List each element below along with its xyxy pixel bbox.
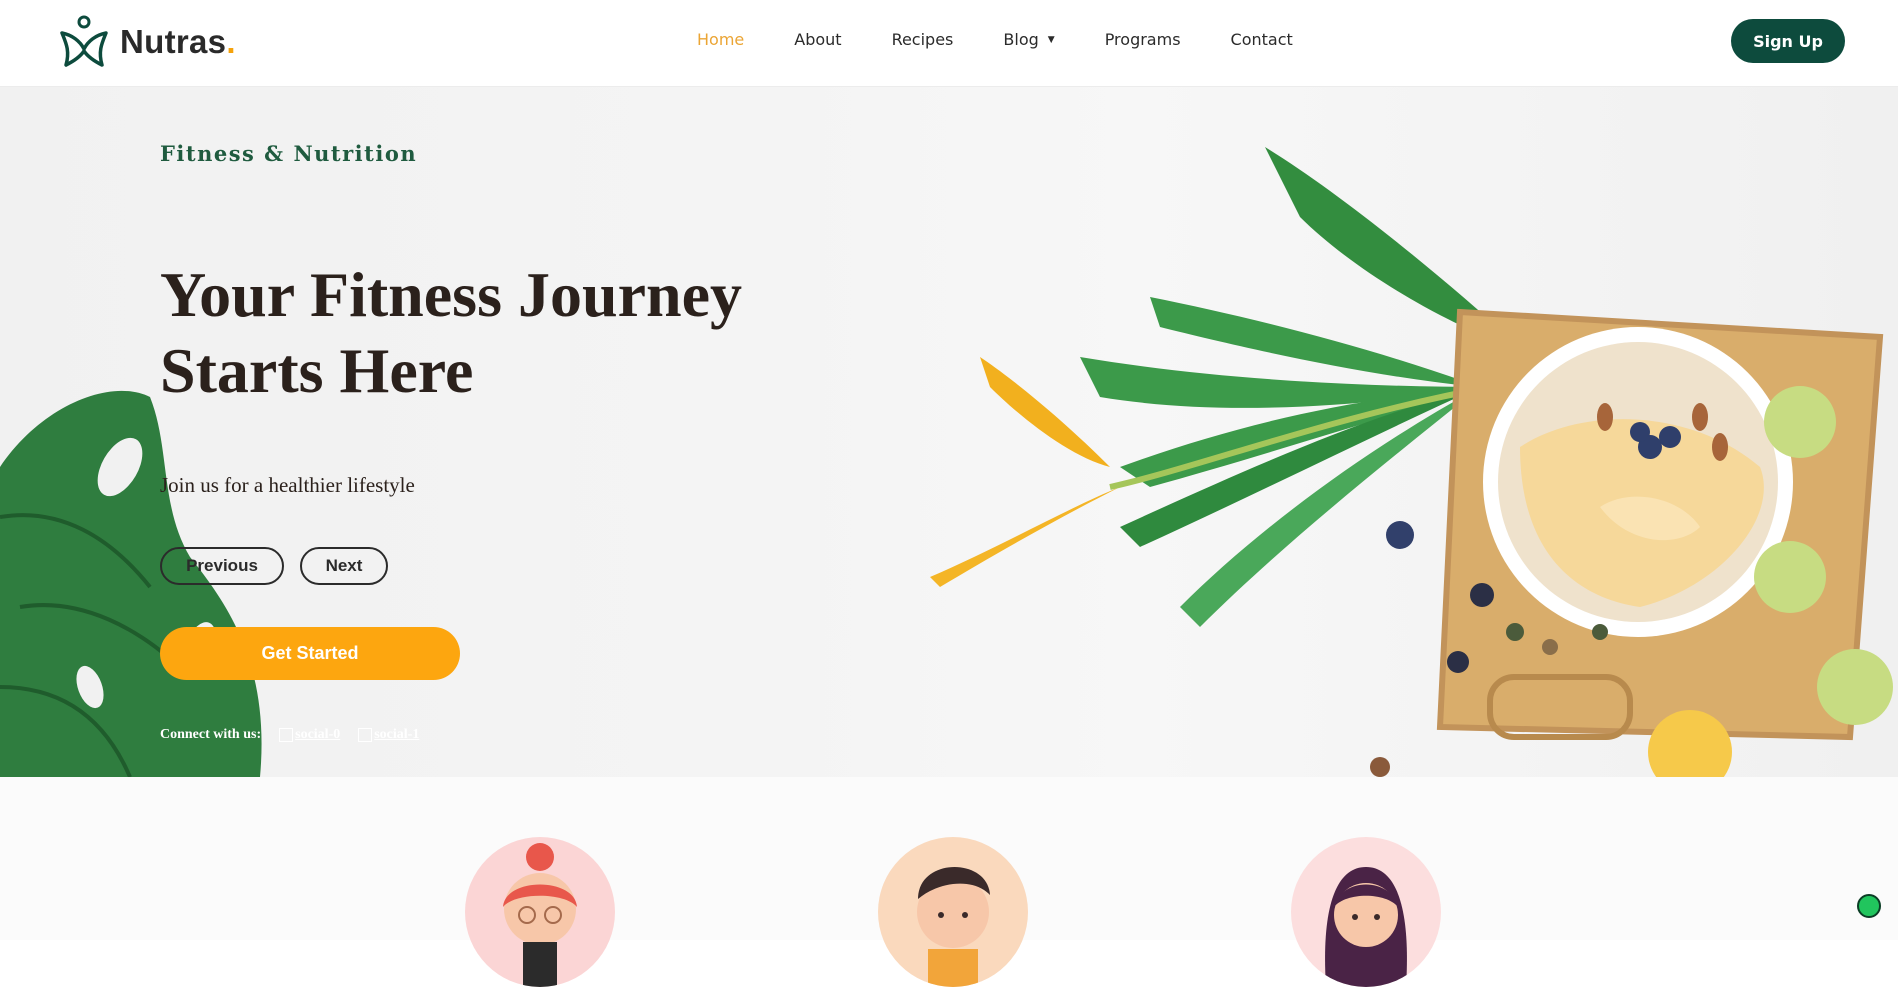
hero-headline: Your Fitness Journey Starts Here xyxy=(160,259,742,406)
main-nav: Home About Recipes Blog ▼ Programs Contac… xyxy=(697,30,1343,49)
nutras-logo-icon xyxy=(60,15,108,67)
brand-logo[interactable]: Nutras. xyxy=(58,14,236,70)
hero-subtitle: Join us for a healthier lifestyle xyxy=(160,473,415,497)
site-header: Nutras. Home About Recipes Blog ▼ Program… xyxy=(0,0,1898,87)
nav-blog[interactable]: Blog ▼ xyxy=(1003,30,1054,49)
woman-dark-hair-avatar-icon xyxy=(1291,837,1441,987)
nav-home[interactable]: Home xyxy=(697,30,744,49)
get-started-button[interactable]: Get Started xyxy=(160,627,460,680)
previous-button[interactable]: Previous xyxy=(160,547,284,585)
connect-label: Connect with us: xyxy=(160,727,262,742)
social-connect: Connect with us: social-0 social-1 xyxy=(160,727,419,743)
status-indicator[interactable] xyxy=(1857,894,1881,918)
testimonials-section xyxy=(0,777,1898,987)
next-button[interactable]: Next xyxy=(300,547,388,585)
chevron-down-icon: ▼ xyxy=(1047,34,1055,45)
brand-name: Nutras. xyxy=(120,23,236,60)
nav-contact[interactable]: Contact xyxy=(1231,30,1293,49)
signup-button[interactable]: Sign Up xyxy=(1731,19,1845,63)
social-link-0[interactable]: social-0 xyxy=(279,727,340,743)
broken-image-icon xyxy=(358,728,373,742)
hero-eyebrow: Fitness & Nutrition xyxy=(160,141,418,166)
fruit-bowl-icon xyxy=(1483,327,1793,637)
hero-section: Fitness & Nutrition Your Fitness Journey… xyxy=(0,87,1898,777)
nav-recipes[interactable]: Recipes xyxy=(892,30,954,49)
man-avatar-icon xyxy=(878,837,1028,987)
broken-image-icon xyxy=(279,728,294,742)
nav-about[interactable]: About xyxy=(794,30,841,49)
nav-programs[interactable]: Programs xyxy=(1105,30,1181,49)
social-link-1[interactable]: social-1 xyxy=(358,727,419,743)
woman-avatar-icon xyxy=(465,837,615,987)
